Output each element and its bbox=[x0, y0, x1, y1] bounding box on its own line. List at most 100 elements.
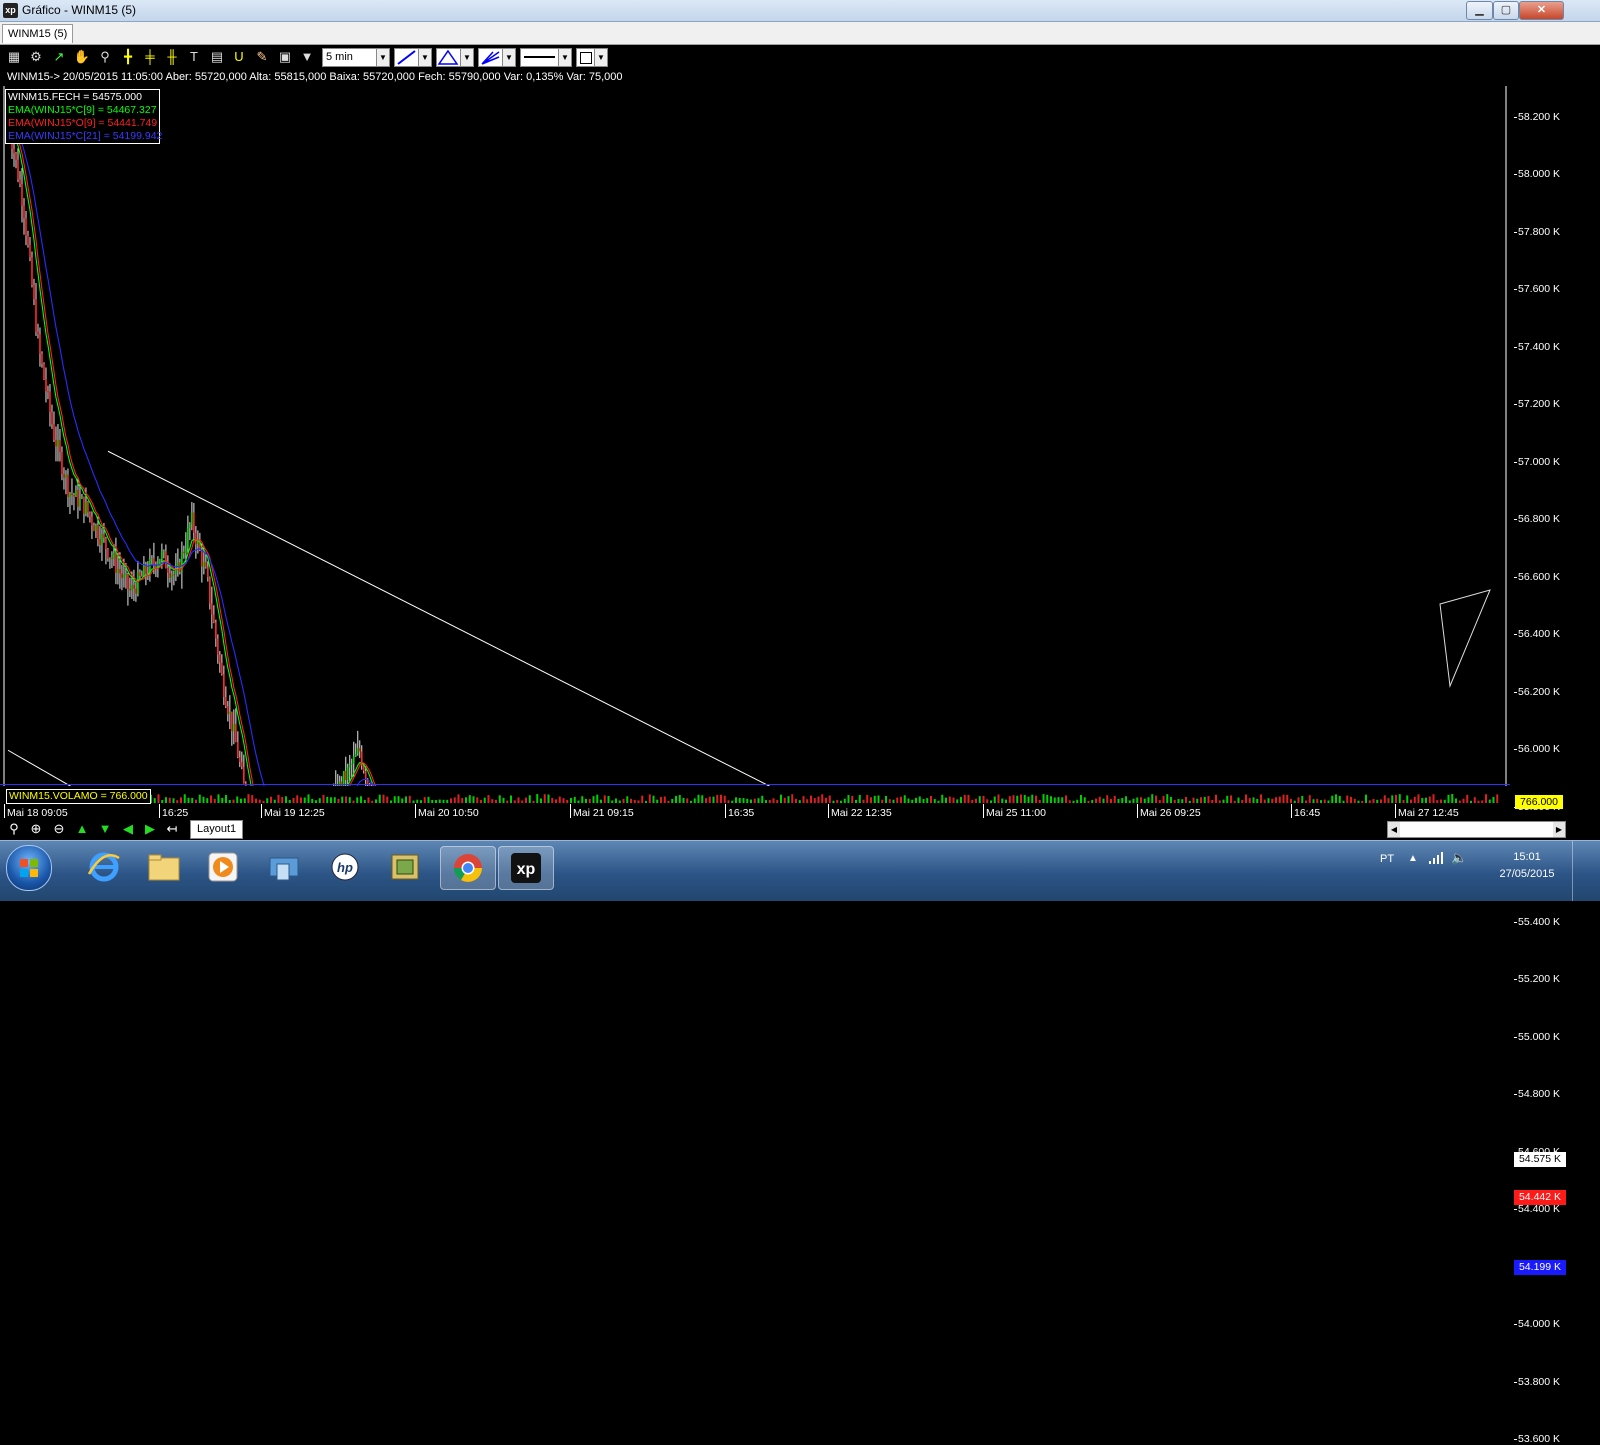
candle-body bbox=[109, 558, 111, 559]
volume-bar bbox=[1478, 801, 1480, 803]
price-chart[interactable] bbox=[0, 86, 1510, 786]
fan-tool-select[interactable]: ▼ bbox=[478, 48, 516, 67]
scroll-right-icon[interactable]: ▶ bbox=[1553, 822, 1565, 837]
indicator-legend[interactable]: WINM15.FECH = 54575.000 EMA(WINJ15*C[9] … bbox=[5, 89, 160, 144]
filter-icon[interactable]: ▼ bbox=[298, 48, 316, 66]
arrow-right-icon[interactable]: ▶ bbox=[141, 821, 159, 837]
time-axis[interactable]: Mai 18 09:05 16:25 Mai 19 12:25 Mai 20 1… bbox=[0, 805, 1510, 819]
volume-bar bbox=[1204, 797, 1206, 803]
hline-icon[interactable]: ╪ bbox=[141, 48, 159, 66]
volume-bar bbox=[825, 798, 827, 803]
volume-bar bbox=[1346, 796, 1348, 803]
horizontal-scrollbar[interactable]: ◀ ▶ bbox=[1387, 821, 1566, 838]
vline-icon[interactable]: ╫ bbox=[163, 48, 181, 66]
volume-bar bbox=[656, 800, 658, 803]
candle-body bbox=[117, 569, 119, 573]
zoom-in-icon[interactable]: ⊕ bbox=[27, 821, 45, 837]
candle-body bbox=[127, 574, 129, 589]
network-signal-icon[interactable] bbox=[1428, 851, 1444, 868]
internet-explorer-icon[interactable] bbox=[77, 846, 131, 888]
candle-body bbox=[189, 524, 191, 527]
crosshair-icon[interactable]: ╋ bbox=[119, 48, 137, 66]
arrow-up-icon[interactable]: ▲ bbox=[73, 821, 91, 837]
arrow-back-icon[interactable]: ↤ bbox=[163, 821, 181, 837]
volume-label: WINM15.VOLAMO = 766.000 bbox=[6, 789, 151, 804]
hand-icon[interactable]: ✋ bbox=[73, 48, 91, 66]
volume-bar bbox=[1031, 795, 1033, 803]
clock-time[interactable]: 15:01 bbox=[1497, 851, 1557, 863]
show-desktop-button[interactable] bbox=[1572, 841, 1600, 901]
hp-icon[interactable]: hp bbox=[318, 846, 372, 888]
arrow-left-icon[interactable]: ◀ bbox=[119, 821, 137, 837]
candle-body bbox=[217, 639, 219, 655]
volume-bar bbox=[214, 799, 216, 803]
volume-bar bbox=[1189, 801, 1191, 803]
volume-pane[interactable] bbox=[0, 784, 1510, 805]
interval-select[interactable]: 5 min ▼ bbox=[322, 48, 390, 67]
volume-bar bbox=[1493, 797, 1495, 803]
start-button[interactable] bbox=[6, 845, 52, 891]
volume-bar bbox=[904, 795, 906, 803]
volume-bar bbox=[454, 797, 456, 803]
zoom-out-icon[interactable]: ⚲ bbox=[5, 821, 23, 837]
candle-body bbox=[123, 574, 125, 578]
zoom-reset-icon[interactable]: ⊖ bbox=[50, 821, 68, 837]
candle-body bbox=[19, 179, 21, 184]
shape-tool-select[interactable]: ▼ bbox=[436, 48, 474, 67]
time-label: 16:45 bbox=[1294, 807, 1320, 819]
folder-icon[interactable] bbox=[137, 846, 191, 888]
network-icon[interactable] bbox=[257, 846, 311, 888]
volume-bar bbox=[1440, 800, 1442, 803]
volume-bar bbox=[1035, 796, 1037, 803]
close-button[interactable]: ✕ bbox=[1519, 1, 1564, 20]
volume-bar bbox=[1339, 796, 1341, 803]
archive-icon[interactable] bbox=[378, 846, 432, 888]
volume-bar bbox=[986, 799, 988, 803]
trendline-group[interactable] bbox=[8, 451, 1505, 786]
briefcase-icon[interactable]: ▣ bbox=[276, 48, 294, 66]
upper-channel-line[interactable] bbox=[108, 451, 1505, 786]
candle-body bbox=[159, 559, 161, 563]
maximize-button[interactable]: ▢ bbox=[1493, 1, 1519, 20]
volume-bar bbox=[776, 800, 778, 803]
show-hidden-icons-icon[interactable]: ▲ bbox=[1408, 853, 1418, 864]
line-tool-select[interactable]: ▼ bbox=[394, 48, 432, 67]
volume-bar bbox=[191, 798, 193, 803]
fan-icon bbox=[479, 49, 501, 66]
language-indicator[interactable]: PT bbox=[1380, 853, 1394, 865]
volume-bar bbox=[1099, 797, 1101, 803]
media-player-icon[interactable] bbox=[196, 846, 250, 888]
chart-tab[interactable]: WINM15 (5) bbox=[2, 24, 73, 43]
volume-bar bbox=[960, 797, 962, 803]
text-icon[interactable]: T bbox=[185, 48, 203, 66]
volume-bar bbox=[814, 798, 816, 803]
grid-icon[interactable]: ▦ bbox=[5, 48, 23, 66]
triangle-drawing[interactable] bbox=[1440, 590, 1490, 686]
zoom-icon[interactable]: ⚲ bbox=[96, 48, 114, 66]
volume-speaker-icon[interactable]: 🔈 bbox=[1451, 850, 1467, 866]
gear-icon[interactable]: ⚙ bbox=[27, 48, 45, 66]
xp-app-icon[interactable]: xp bbox=[498, 846, 554, 890]
scroll-left-icon[interactable]: ◀ bbox=[1388, 822, 1400, 837]
volume-bar bbox=[949, 797, 951, 803]
magnet-icon[interactable]: U bbox=[230, 48, 248, 66]
clock-date[interactable]: 27/05/2015 bbox=[1490, 868, 1564, 880]
volume-bar bbox=[773, 798, 775, 803]
volume-bar bbox=[398, 796, 400, 803]
volume-bar bbox=[210, 795, 212, 803]
candle-body bbox=[81, 497, 83, 499]
eraser-icon[interactable]: ✎ bbox=[253, 48, 271, 66]
price-label: 56.400 K bbox=[1518, 628, 1560, 640]
lower-channel-line[interactable] bbox=[8, 750, 1335, 786]
calculator-icon[interactable]: ▤ bbox=[208, 48, 226, 66]
line-style-select[interactable]: ▼ bbox=[520, 48, 572, 67]
price-axis[interactable]: 58.200 K58.000 K57.800 K57.600 K57.400 K… bbox=[1509, 86, 1566, 786]
chrome-icon[interactable] bbox=[440, 846, 496, 890]
volume-bar bbox=[915, 798, 917, 803]
layout-tab[interactable]: Layout1 bbox=[190, 820, 243, 839]
minimize-button[interactable]: ▁ bbox=[1466, 1, 1493, 20]
pointer-icon[interactable]: ↗ bbox=[50, 48, 68, 66]
color-select[interactable]: ▼ bbox=[576, 48, 608, 67]
arrow-down-icon[interactable]: ▼ bbox=[96, 821, 114, 837]
price-label: 57.000 K bbox=[1518, 456, 1560, 468]
